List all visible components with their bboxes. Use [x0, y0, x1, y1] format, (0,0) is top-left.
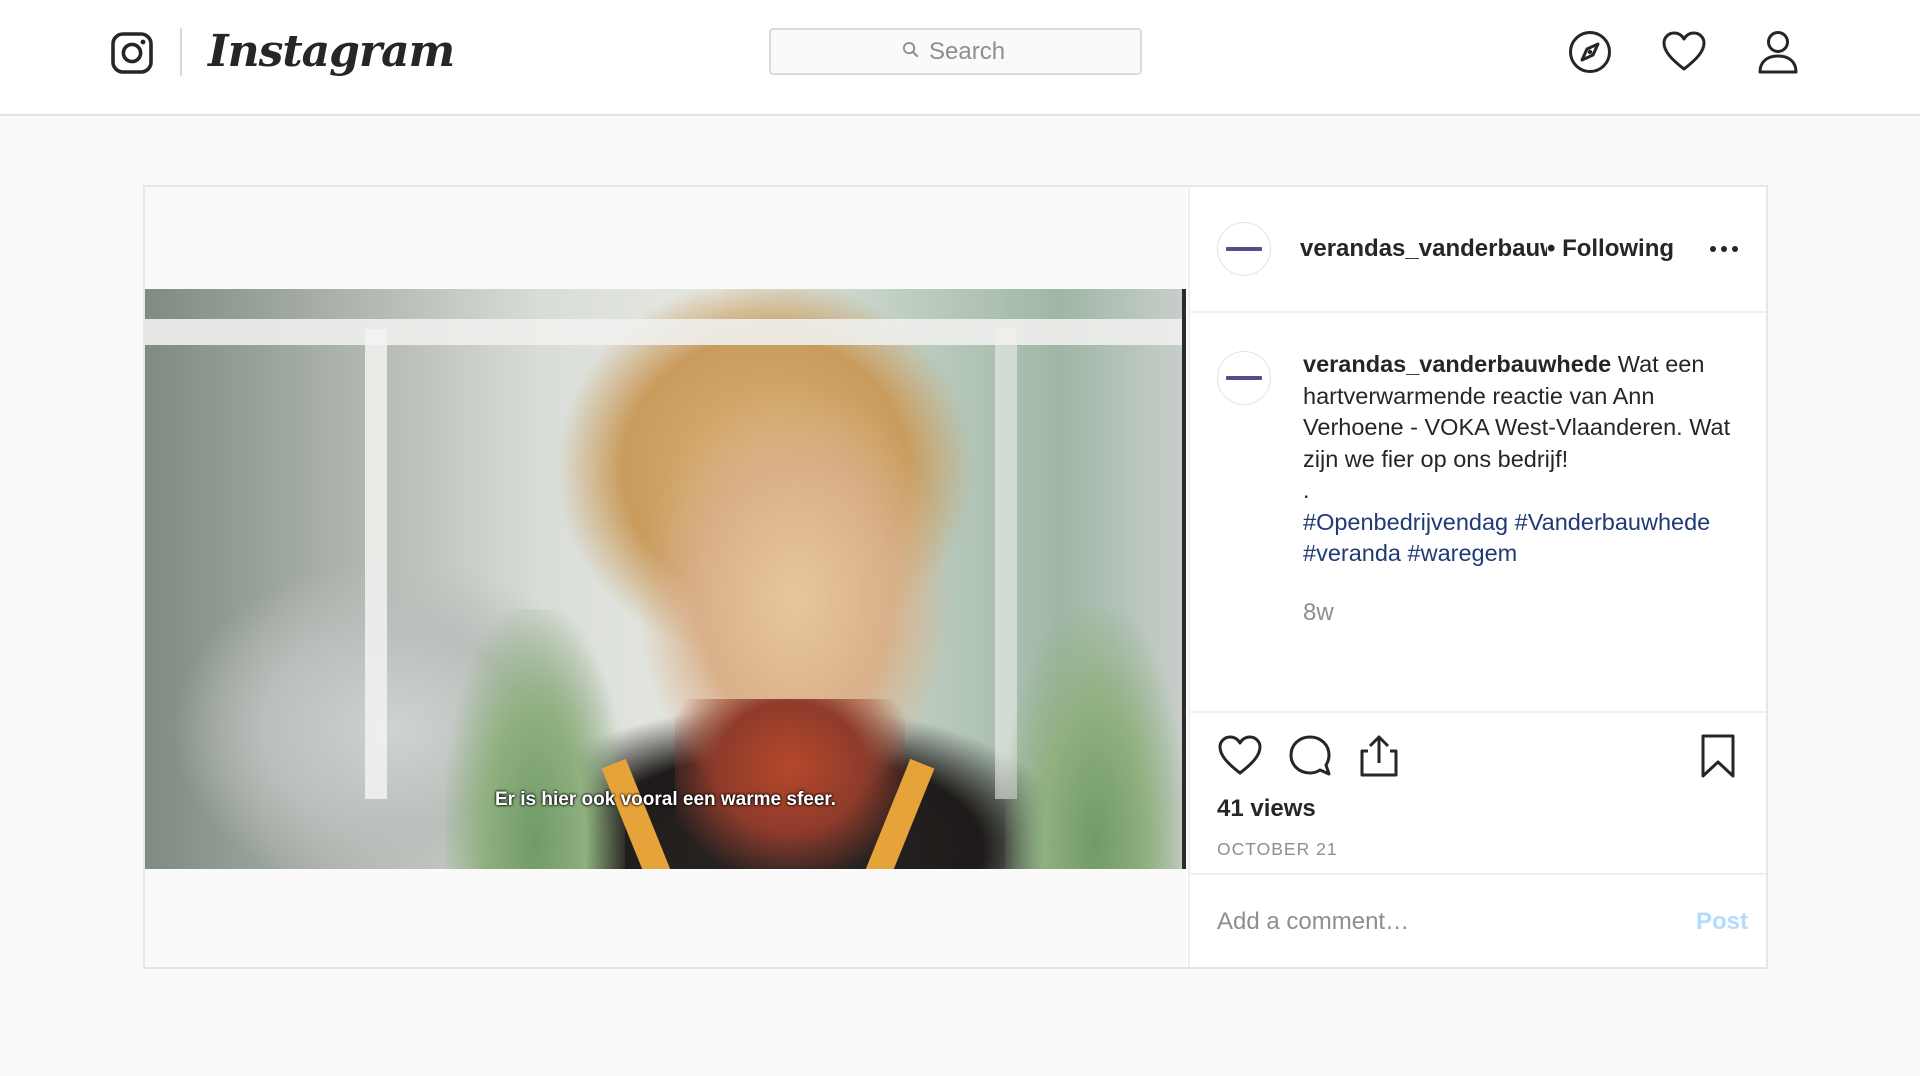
- post-header: verandas_vanderbauwhede • Following: [1190, 187, 1766, 313]
- post-time-ago[interactable]: 8w: [1303, 599, 1334, 627]
- search-icon: [902, 41, 919, 63]
- top-nav: Instagram: [0, 0, 1920, 116]
- following-status[interactable]: • Following: [1547, 233, 1674, 265]
- post-username[interactable]: verandas_vanderbauwhede: [1300, 233, 1547, 265]
- avatar[interactable]: [1217, 222, 1271, 276]
- post-video[interactable]: Er is hier ook vooral een warme sfeer.: [145, 289, 1186, 869]
- profile-icon[interactable]: [1755, 29, 1801, 75]
- nav-divider: [180, 28, 182, 76]
- caption-area: verandas_vanderbauwhede Wat een hartverw…: [1190, 313, 1766, 713]
- bookmark-icon[interactable]: [1695, 733, 1741, 779]
- brand-logo-icon: [1226, 247, 1262, 251]
- media-area: Er is hier ook vooral een warme sfeer.: [145, 187, 1186, 967]
- heart-icon[interactable]: [1661, 29, 1707, 75]
- post-actions: 41 views OCTOBER 21: [1190, 711, 1766, 875]
- video-subtitle: Er is hier ook vooral een warme sfeer.: [494, 789, 837, 810]
- post-card: Er is hier ook vooral een warme sfeer. v…: [143, 185, 1768, 969]
- video-scene-scarf: [675, 699, 905, 869]
- post-date: OCTOBER 21: [1217, 839, 1338, 859]
- video-scene-plant: [445, 609, 625, 869]
- avatar[interactable]: [1217, 351, 1271, 405]
- comment-icon[interactable]: [1287, 733, 1333, 779]
- instagram-wordmark[interactable]: Instagram: [208, 22, 455, 82]
- hashtags-line[interactable]: #veranda #waregem: [1303, 538, 1743, 570]
- video-edge: [1182, 289, 1186, 869]
- share-icon[interactable]: [1356, 733, 1402, 779]
- video-scene-pillar: [365, 329, 387, 799]
- comment-bar: Post: [1190, 873, 1766, 967]
- post-sidebar: verandas_vanderbauwhede • Following vera…: [1188, 187, 1766, 967]
- comment-input[interactable]: [1217, 905, 1647, 939]
- search-input[interactable]: [929, 37, 1009, 66]
- caption-separator: .: [1303, 477, 1310, 503]
- post-comment-button[interactable]: Post: [1696, 905, 1748, 939]
- compass-icon[interactable]: [1567, 29, 1613, 75]
- caption-username[interactable]: verandas_vanderbauwhede: [1303, 351, 1611, 377]
- hashtags-line[interactable]: #Openbedrijvendag #Vanderbauwhede: [1303, 507, 1743, 539]
- search-box[interactable]: [769, 28, 1142, 75]
- brand-logo-icon: [1226, 376, 1262, 380]
- like-heart-icon[interactable]: [1217, 733, 1263, 779]
- video-scene-beam: [145, 319, 1186, 345]
- caption: verandas_vanderbauwhede Wat een hartverw…: [1303, 349, 1743, 570]
- view-count[interactable]: 41 views: [1217, 795, 1316, 823]
- more-options-icon[interactable]: [1708, 235, 1740, 263]
- video-scene-plant: [1005, 609, 1185, 869]
- instagram-glyph-icon[interactable]: [110, 31, 154, 75]
